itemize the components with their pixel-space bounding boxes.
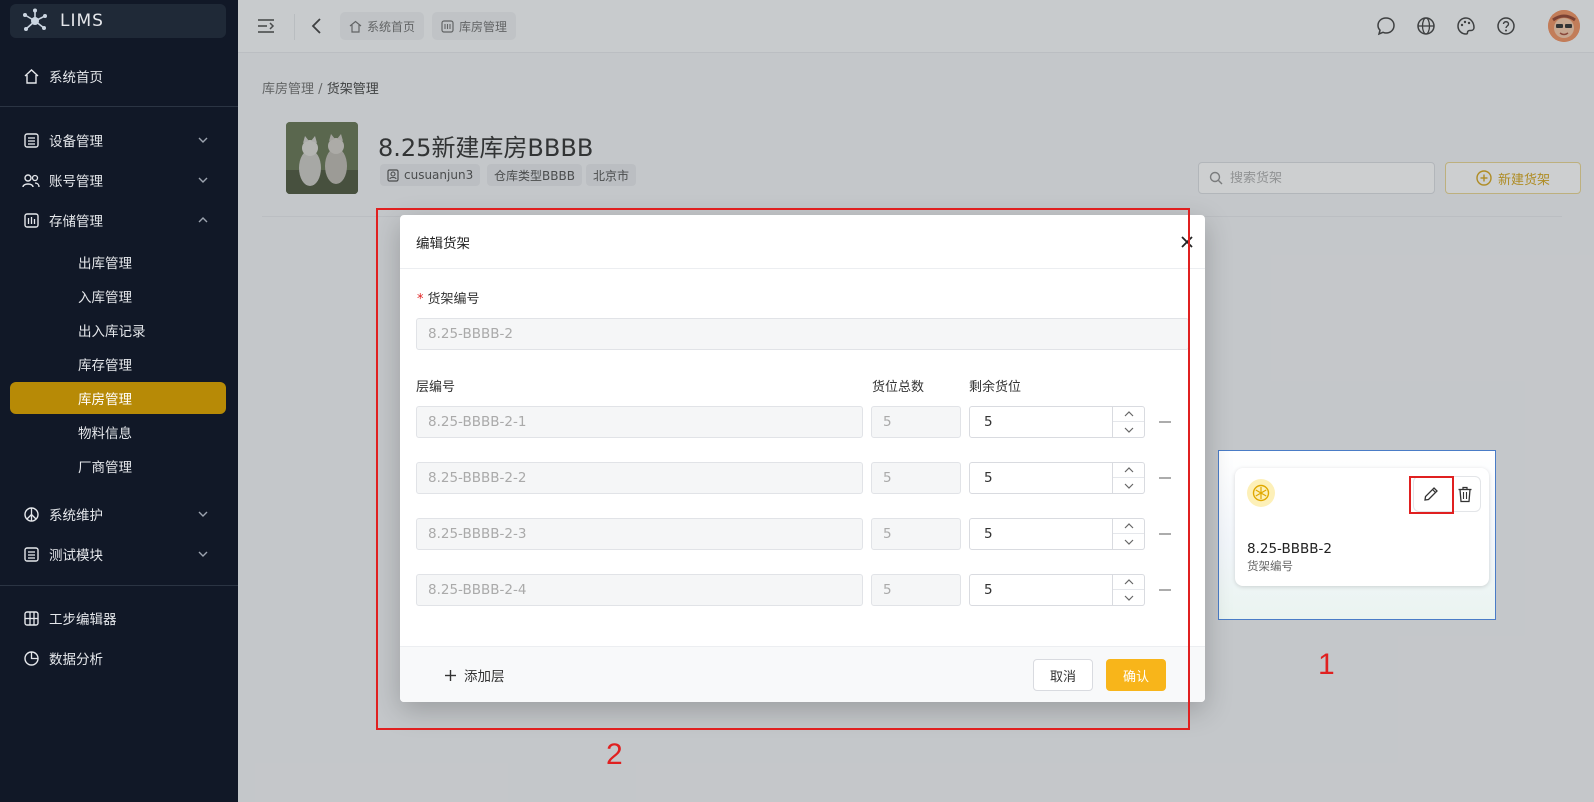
sidebar-item-label: 库存管理 [78, 358, 132, 374]
sidebar-item-label: 账号管理 [49, 174, 103, 190]
sidebar-item-label: 厂商管理 [78, 460, 132, 476]
peace-icon [22, 505, 40, 523]
sidebar-item-maintenance[interactable]: 系统维护 [10, 498, 226, 530]
annotation-number-1: 1 [1318, 648, 1335, 681]
shelf-card-region: 8.25-BBBB-2 货架编号 [1218, 450, 1496, 620]
sidebar-subitem-records[interactable]: 出入库记录 [10, 314, 226, 346]
annotation-number-2: 2 [606, 738, 623, 771]
logo-icon [22, 8, 48, 34]
sidebar-item-label: 物料信息 [78, 426, 132, 442]
chevron-down-icon [196, 173, 210, 187]
chevron-down-icon [196, 133, 210, 147]
edit-button-highlight [1409, 476, 1454, 514]
pie-chart-icon [22, 649, 40, 667]
sidebar-item-label: 数据分析 [49, 652, 103, 668]
sidebar-subitem-inventory[interactable]: 库存管理 [10, 348, 226, 380]
modal-highlight-region [376, 208, 1190, 730]
sidebar-item-accounts[interactable]: 账号管理 [10, 164, 226, 196]
sidebar-item-label: 工步编辑器 [49, 612, 117, 628]
sidebar-item-devices[interactable]: 设备管理 [10, 124, 226, 156]
sidebar-subitem-outbound[interactable]: 出库管理 [10, 246, 226, 278]
trash-icon [1458, 486, 1472, 502]
sidebar-item-label: 出入库记录 [78, 324, 146, 340]
sidebar-item-analytics[interactable]: 数据分析 [10, 642, 226, 674]
sidebar: LIMS 系统首页 设备管理 账号管理 存储管理 出库管理 入库管理 出入库记录… [0, 0, 238, 802]
sidebar-item-step-editor[interactable]: 工步编辑器 [10, 602, 226, 634]
list-icon [22, 545, 40, 563]
chevron-down-icon [196, 547, 210, 561]
sidebar-item-test[interactable]: 测试模块 [10, 538, 226, 570]
sidebar-item-label: 系统首页 [49, 70, 103, 86]
sidebar-divider [0, 585, 238, 586]
sidebar-item-label: 测试模块 [49, 548, 103, 564]
sidebar-subitem-warehouse[interactable]: 库房管理 [10, 382, 226, 414]
sidebar-item-storage[interactable]: 存储管理 [10, 204, 226, 236]
sidebar-item-label: 存储管理 [49, 214, 103, 230]
chevron-up-icon [196, 213, 210, 227]
sidebar-item-label: 入库管理 [78, 290, 132, 306]
sidebar-divider [0, 106, 238, 107]
sidebar-item-label: 库房管理 [78, 392, 132, 408]
storage-icon [22, 211, 40, 229]
shelf-code-label: 货架编号 [1247, 559, 1293, 573]
app-name: LIMS [60, 11, 104, 31]
shelf-badge-icon [1247, 479, 1275, 507]
sidebar-subitem-vendors[interactable]: 厂商管理 [10, 450, 226, 482]
grid-icon [22, 609, 40, 627]
shelf-code: 8.25-BBBB-2 [1247, 541, 1332, 557]
users-icon [22, 171, 40, 189]
sidebar-item-label: 出库管理 [78, 256, 132, 272]
sidebar-item-label: 设备管理 [49, 134, 103, 150]
sidebar-item-home[interactable]: 系统首页 [10, 60, 226, 92]
app-logo[interactable]: LIMS [10, 4, 226, 38]
sidebar-subitem-inbound[interactable]: 入库管理 [10, 280, 226, 312]
sidebar-item-label: 系统维护 [49, 508, 103, 524]
home-icon [22, 67, 40, 85]
chevron-down-icon [196, 507, 210, 521]
sidebar-subitem-materials[interactable]: 物料信息 [10, 416, 226, 448]
list-icon [22, 131, 40, 149]
